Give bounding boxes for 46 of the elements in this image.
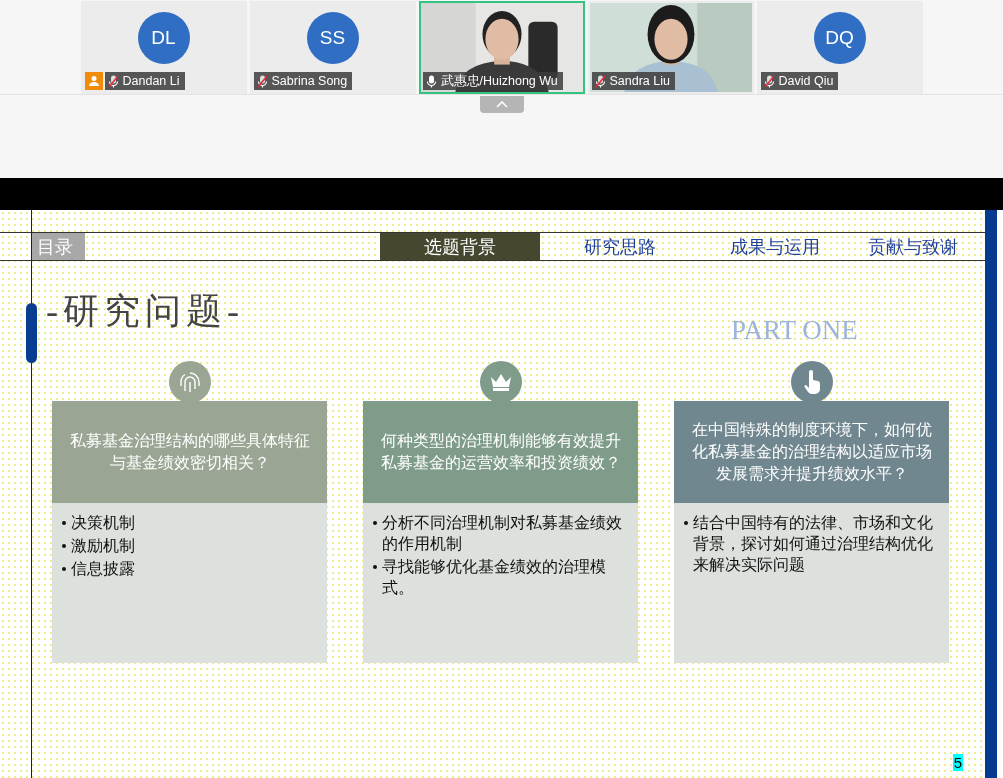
section-tab[interactable]: 研究思路 [540, 233, 700, 260]
participant-tile[interactable]: SS Sabrina Song [249, 1, 416, 94]
participant-tile[interactable]: DL Dandan Li [80, 1, 247, 94]
avatar: DQ [813, 11, 866, 64]
video-tile[interactable]: Sandra Liu [587, 1, 754, 94]
muted-microphone-icon [107, 74, 119, 88]
collapse-button[interactable] [479, 96, 524, 113]
bullet-icon [373, 521, 377, 525]
section-tab[interactable]: 成果与运用 [700, 233, 850, 260]
muted-microphone-icon [594, 74, 606, 88]
muted-microphone-icon [256, 74, 268, 88]
section-tab[interactable]: 贡献与致谢 [850, 233, 975, 260]
part-label: PART ONE [731, 315, 858, 347]
name-tag: 武惠忠/Huizhong Wu [422, 72, 563, 90]
bullet-icon [62, 521, 66, 525]
bullet-icon [62, 544, 66, 548]
name-tag: Sabrina Song [253, 72, 353, 90]
bullet-text: 结合中国特有的法律、市场和文化背景，探讨如何通过治理结构优化来解决实际问题 [693, 513, 934, 575]
bullet-text: 信息披露 [71, 559, 135, 579]
name-tag: Sandra Liu [591, 72, 675, 90]
bullet-text: 决策机制 [71, 513, 135, 533]
page-number: 5 [952, 754, 963, 771]
crown-icon [488, 372, 513, 392]
name-tag: Dandan Li [104, 72, 185, 90]
microphone-icon [425, 74, 437, 88]
chevron-up-icon [495, 101, 508, 108]
video-tile[interactable]: 武惠忠/Huizhong Wu [418, 1, 585, 94]
bullet-icon [62, 567, 66, 571]
bullet-icon [684, 521, 688, 525]
section-tab[interactable]: 选题背景 [380, 233, 540, 260]
bullet-text: 寻找能够优化基金绩效的治理模式。 [382, 557, 607, 598]
bullet-text: 激励机制 [71, 536, 135, 556]
participant-tile[interactable]: DQ David Qiu [756, 1, 923, 94]
side-marker [26, 303, 37, 363]
pointing-hand-icon [801, 369, 822, 395]
bullet-text: 分析不同治理机制对私募基金绩效的作用机制 [382, 513, 623, 554]
avatar: DL [137, 11, 190, 64]
avatar: SS [306, 11, 359, 64]
question-header: 在中国特殊的制度环境下，如何优化私募基金的治理结构以适应市场发展需求并提升绩效水平？ [674, 401, 949, 503]
contents-label: 目录 [32, 233, 85, 260]
muted-microphone-icon [763, 74, 775, 88]
question-header: 私募基金治理结构的哪些具体特征与基金绩效密切相关？ [52, 401, 327, 503]
name-tag: David Qiu [760, 72, 839, 90]
bullet-icon [373, 565, 377, 569]
question-header: 何种类型的治理机制能够有效提升私募基金的运营效率和投资绩效？ [363, 401, 638, 503]
slide-title: -研究问题- [46, 290, 244, 331]
